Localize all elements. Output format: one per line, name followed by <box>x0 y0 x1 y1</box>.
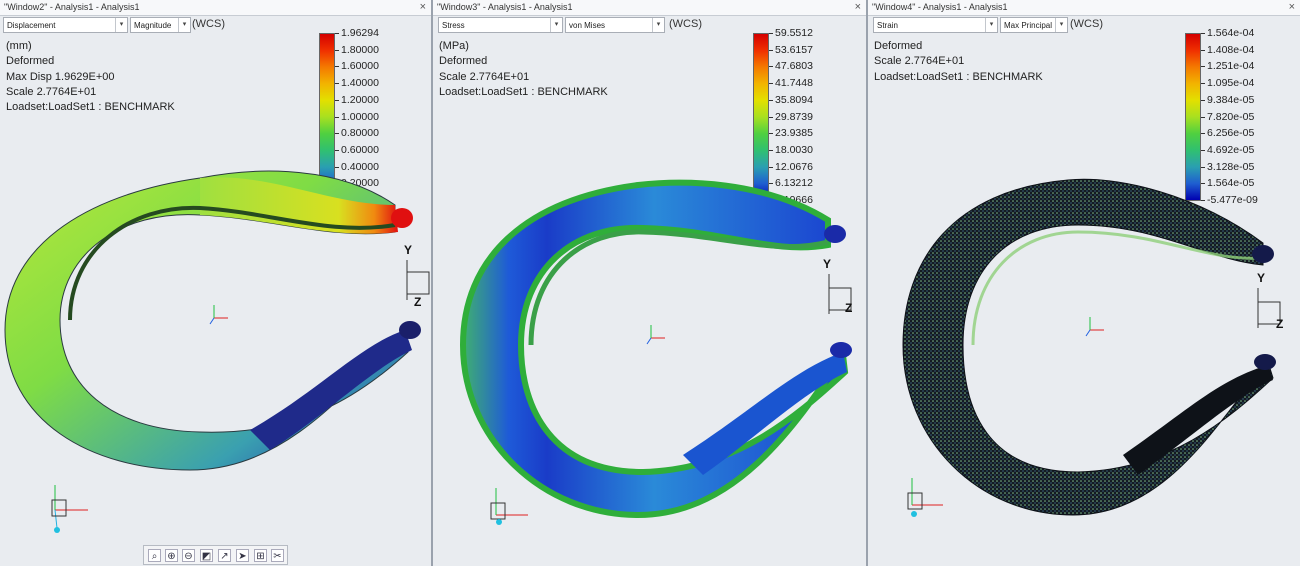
query-icon[interactable]: ↗ <box>218 549 231 562</box>
end-cap-top <box>391 208 413 228</box>
triad-small <box>209 305 228 325</box>
inner-groove <box>528 229 829 346</box>
end-cap-bottom <box>1254 354 1276 370</box>
zoom-to-fit-icon[interactable]: ⌕ <box>148 549 161 562</box>
c-arm-bottom <box>250 330 412 450</box>
triad-large <box>490 488 528 525</box>
axis-y-label: Y <box>1257 271 1265 285</box>
window-stress[interactable]: "Window3" - Analysis1 - Analysis1 × Stre… <box>433 0 868 566</box>
animate-icon[interactable]: ➤ <box>236 549 249 562</box>
zoom-out-icon[interactable]: ⊖ <box>182 549 195 562</box>
window-strain[interactable]: "Window4" - Analysis1 - Analysis1 × Stra… <box>868 0 1300 566</box>
axis-z-label: Z <box>1276 317 1283 331</box>
triad-large <box>51 485 88 533</box>
model-view[interactable]: Y Z <box>0 0 433 566</box>
axis-y-label: Y <box>823 257 831 271</box>
c-ring-body <box>902 178 1274 516</box>
view-toolbar: ⌕ ⊕ ⊖ ◩ ↗ ➤ ⊞ ✂ <box>143 545 288 565</box>
end-cap-top <box>1252 245 1274 263</box>
axis-y-label: Y <box>404 243 412 257</box>
model-view[interactable]: Y Z <box>868 0 1300 566</box>
display-style-icon[interactable]: ◩ <box>200 549 213 562</box>
triad-small <box>646 325 665 345</box>
end-cap-bottom <box>399 321 421 339</box>
c-arm-bottom <box>1123 365 1273 475</box>
model-view[interactable]: Y Z <box>433 0 868 566</box>
orientation-cube <box>406 260 430 300</box>
cut-icon[interactable]: ✂ <box>271 549 284 562</box>
axis-z-label: Z <box>414 295 421 309</box>
triad-small <box>1085 317 1104 337</box>
triad-large <box>907 478 943 517</box>
layout-icon[interactable]: ⊞ <box>254 549 267 562</box>
end-cap-top <box>824 225 846 243</box>
zoom-in-icon[interactable]: ⊕ <box>165 549 178 562</box>
axis-z-label: Z <box>845 301 852 315</box>
end-cap-bottom <box>830 342 852 358</box>
window-displacement[interactable]: "Window2" - Analysis1 - Analysis1 × Disp… <box>0 0 433 566</box>
